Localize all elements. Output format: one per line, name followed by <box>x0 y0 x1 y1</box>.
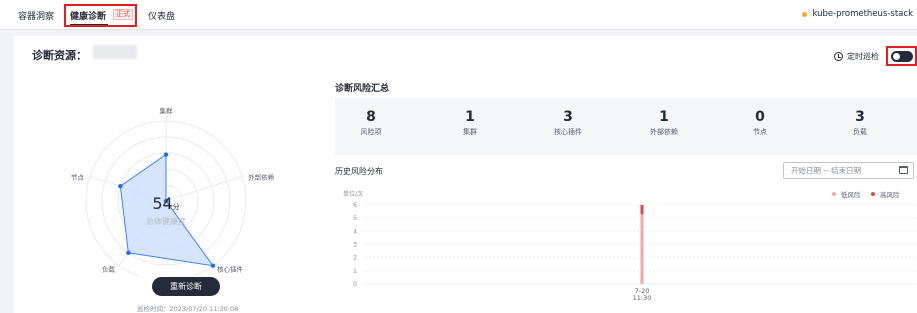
summary-core-addons: 3 核心插件 <box>538 109 598 137</box>
chart-x-labels: 7-2011:30 <box>633 287 652 302</box>
cluster-selector[interactable]: kube-prometheus-stack <box>802 9 913 19</box>
calendar-icon[interactable] <box>899 166 908 174</box>
summary-label: 外部依赖 <box>650 128 678 136</box>
clock-icon <box>834 51 843 61</box>
chart-bar-high-risk[interactable] <box>640 205 644 215</box>
summary-label: 集群 <box>463 128 477 136</box>
top-tab-bar: 容器洞察 健康诊断 正式 仪表盘 kube-prometheus-stack <box>0 0 917 30</box>
scheduled-inspection-toggle[interactable] <box>890 50 913 62</box>
health-score-label: 总体健康度 <box>146 216 186 226</box>
chart-y-ticks: 0 1 2 3 4 5 6 <box>353 202 357 288</box>
summary-label: 风险项 <box>360 128 382 136</box>
tab-container-insights[interactable]: 容器洞察 <box>18 9 54 22</box>
radar-point <box>126 250 131 255</box>
radar-point <box>210 263 216 268</box>
health-radar-chart: 集群外部依赖核心插件 负载 节点 54分 总体健康度 <box>71 106 275 276</box>
toggle-knob <box>892 52 900 60</box>
radar-axis-label: 核心插件 <box>217 265 244 274</box>
radar-axis-label: 负载 <box>102 265 116 274</box>
summary-value: 1 <box>659 109 669 125</box>
chart-x-tick-label: 11:30 <box>633 294 652 302</box>
summary-value: 8 <box>366 109 376 125</box>
chart-y-tick-label: 4 <box>353 228 357 235</box>
tab-dashboard[interactable]: 仪表盘 <box>148 9 175 22</box>
scheduled-inspection-label: 定时巡检 <box>847 51 879 61</box>
page-title: 诊断资源： <box>32 49 87 62</box>
summary-label: 负载 <box>853 128 867 136</box>
summary-external-deps: 1 外部依赖 <box>634 109 694 137</box>
chart-bar-low-risk[interactable] <box>640 214 644 284</box>
summary-workloads: 3 负载 <box>830 109 890 137</box>
diagnosis-panel: 诊断资源： 定时巡检 集群 外部依赖 核心插件 负载 节点 54分 总体健康度 重新诊断… <box>14 36 917 313</box>
date-range-placeholder: 开始日期 -- 结束日期 <box>791 166 862 175</box>
tab-highlight-box <box>64 4 137 27</box>
chart-y-unit: 单位/次 <box>343 190 363 198</box>
radar-axis-label: 外部依赖 <box>248 172 275 181</box>
chart-y-tick-label: 5 <box>353 215 357 222</box>
summary-cluster: 1 集群 <box>440 109 500 137</box>
health-score: 54分 <box>152 194 179 213</box>
cluster-name: kube-prometheus-stack <box>812 9 913 19</box>
radar-axis-label: 集群 <box>160 106 174 115</box>
date-range-input[interactable]: 开始日期 -- 结束日期 <box>783 162 914 179</box>
patrol-time: 巡检时间：2023/07/20 11:30:08 <box>137 305 239 313</box>
chart-bars <box>640 205 644 284</box>
radar-axis-label: 节点 <box>71 173 85 181</box>
toggle-highlight-box <box>886 46 917 66</box>
summary-label: 核心插件 <box>554 128 582 136</box>
summary-label: 节点 <box>753 128 767 136</box>
radar-point <box>118 183 123 189</box>
summary-risk-items: 8 风险项 <box>341 109 401 137</box>
chart-y-tick-label: 0 <box>353 281 357 288</box>
chart-y-tick-label: 1 <box>353 268 357 275</box>
radar-spoke <box>165 175 243 202</box>
chart-grid <box>365 204 915 285</box>
radar-point <box>163 152 169 157</box>
summary-value: 1 <box>465 109 475 125</box>
history-risk-chart: 单位/次 0 1 2 3 4 5 6 7-2011:30 <box>343 190 915 302</box>
resource-name-redacted <box>93 45 137 59</box>
summary-value: 0 <box>755 109 765 125</box>
risk-summary-title: 诊断风险汇总 <box>335 84 390 94</box>
rediagnose-button[interactable]: 重新诊断 <box>152 277 220 296</box>
chart-y-tick-label: 6 <box>353 202 357 209</box>
chart-y-tick-label: 2 <box>353 255 357 262</box>
scheduled-inspection: 定时巡检 <box>834 46 917 66</box>
history-risk-title: 历史风险分布 <box>335 167 383 176</box>
summary-value: 3 <box>855 109 865 125</box>
summary-nodes: 0 节点 <box>730 109 790 137</box>
summary-value: 3 <box>563 109 573 125</box>
chart-y-tick-label: 3 <box>353 242 357 249</box>
cluster-status-dot <box>802 11 808 17</box>
